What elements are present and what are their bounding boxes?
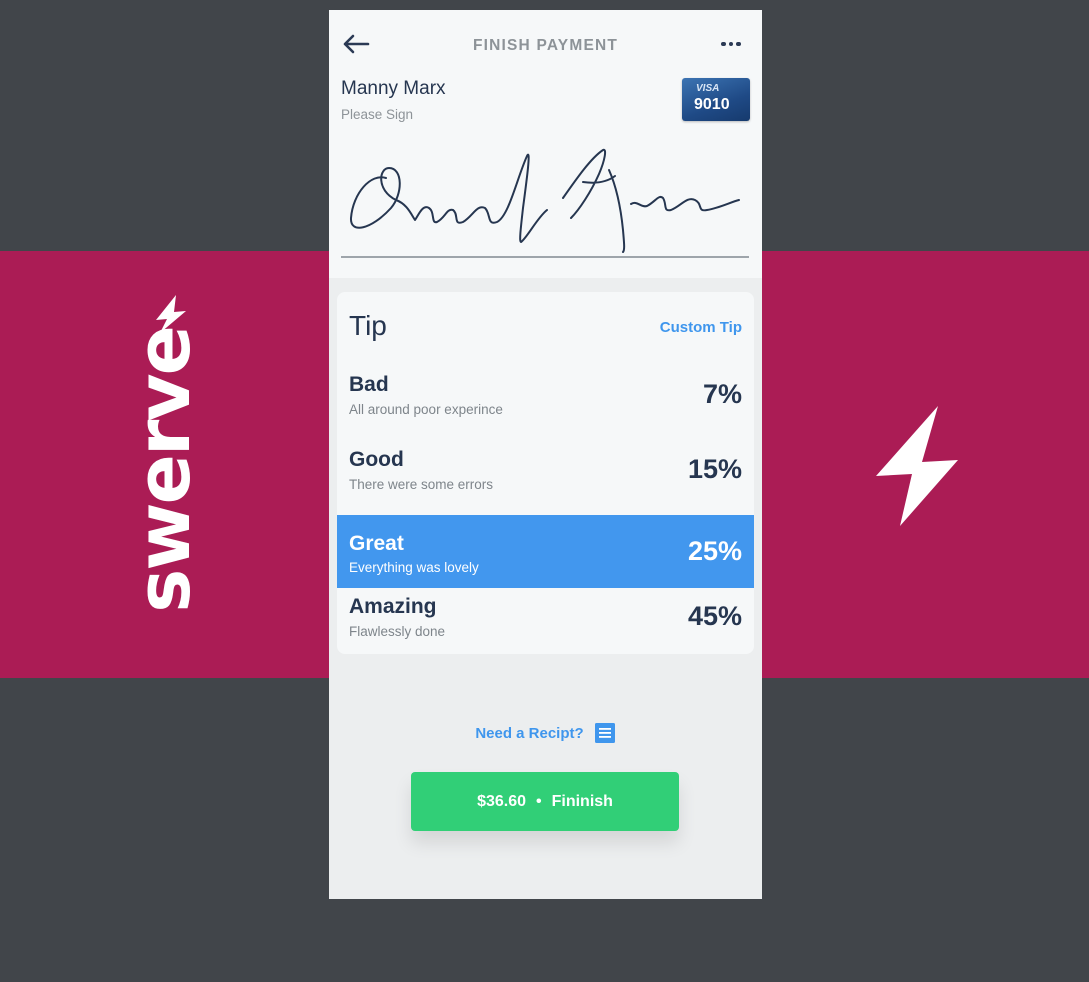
tip-option-percent: 7% (702, 379, 742, 409)
finish-label: Fininish (551, 792, 613, 810)
page-title: FINISH PAYMENT (472, 37, 619, 54)
tip-option-label: Bad (349, 373, 389, 396)
lightning-bolt-icon (876, 406, 958, 526)
receipt-link[interactable]: Need a Recipt? (329, 722, 762, 744)
tip-option-label: Amazing (349, 595, 437, 618)
tip-option-percent: 15% (687, 454, 742, 484)
finish-amount: $36.60 (477, 792, 526, 810)
tip-option-label: Good (349, 448, 404, 471)
signature-stroke (562, 148, 740, 253)
receipt-document-icon (594, 723, 615, 743)
tip-option-great[interactable]: Great Everything was lovely 25% (337, 515, 754, 588)
tip-option-percent: 45% (687, 601, 742, 631)
tip-option-description: Flawlessly done (349, 624, 446, 639)
tip-option-label: Great (349, 532, 404, 555)
tip-option-bad[interactable]: Bad All around poor experince 7% (337, 358, 754, 432)
card-last4: 9010 (694, 96, 730, 113)
customer-name: Manny Marx (341, 78, 446, 99)
payment-card[interactable]: VISA 9010 (682, 78, 750, 121)
finish-separator: • (536, 792, 542, 810)
signature-line (341, 256, 749, 258)
more-horizontal-icon[interactable] (717, 36, 745, 52)
sign-prompt: Please Sign (341, 107, 414, 122)
tip-option-description: There were some errors (349, 477, 494, 492)
custom-tip-link[interactable]: Custom Tip (660, 319, 742, 336)
signature-section: FINISH PAYMENT Manny Marx Please Sign VI… (329, 10, 762, 278)
finish-payment-button[interactable]: $36.60 • Fininish (411, 772, 679, 831)
brand-wordmark: swerve (121, 327, 207, 613)
tip-option-amazing[interactable]: Amazing Flawlessly done 45% (337, 580, 754, 654)
card-brand: VISA (696, 83, 720, 94)
receipt-label: Need a Recipt? (475, 724, 584, 742)
tip-option-description: All around poor experince (349, 402, 503, 417)
tip-option-description: Everything was lovely (349, 560, 479, 575)
tip-title: Tip (349, 310, 387, 341)
tip-option-good[interactable]: Good There were some errors 15% (337, 433, 754, 507)
payment-screen: FINISH PAYMENT Manny Marx Please Sign VI… (329, 10, 762, 899)
signature-pad[interactable] (341, 138, 749, 258)
signature-stroke (349, 153, 548, 243)
tip-card: Tip Custom Tip Bad All around poor exper… (337, 292, 754, 654)
tip-option-percent: 25% (687, 536, 742, 566)
